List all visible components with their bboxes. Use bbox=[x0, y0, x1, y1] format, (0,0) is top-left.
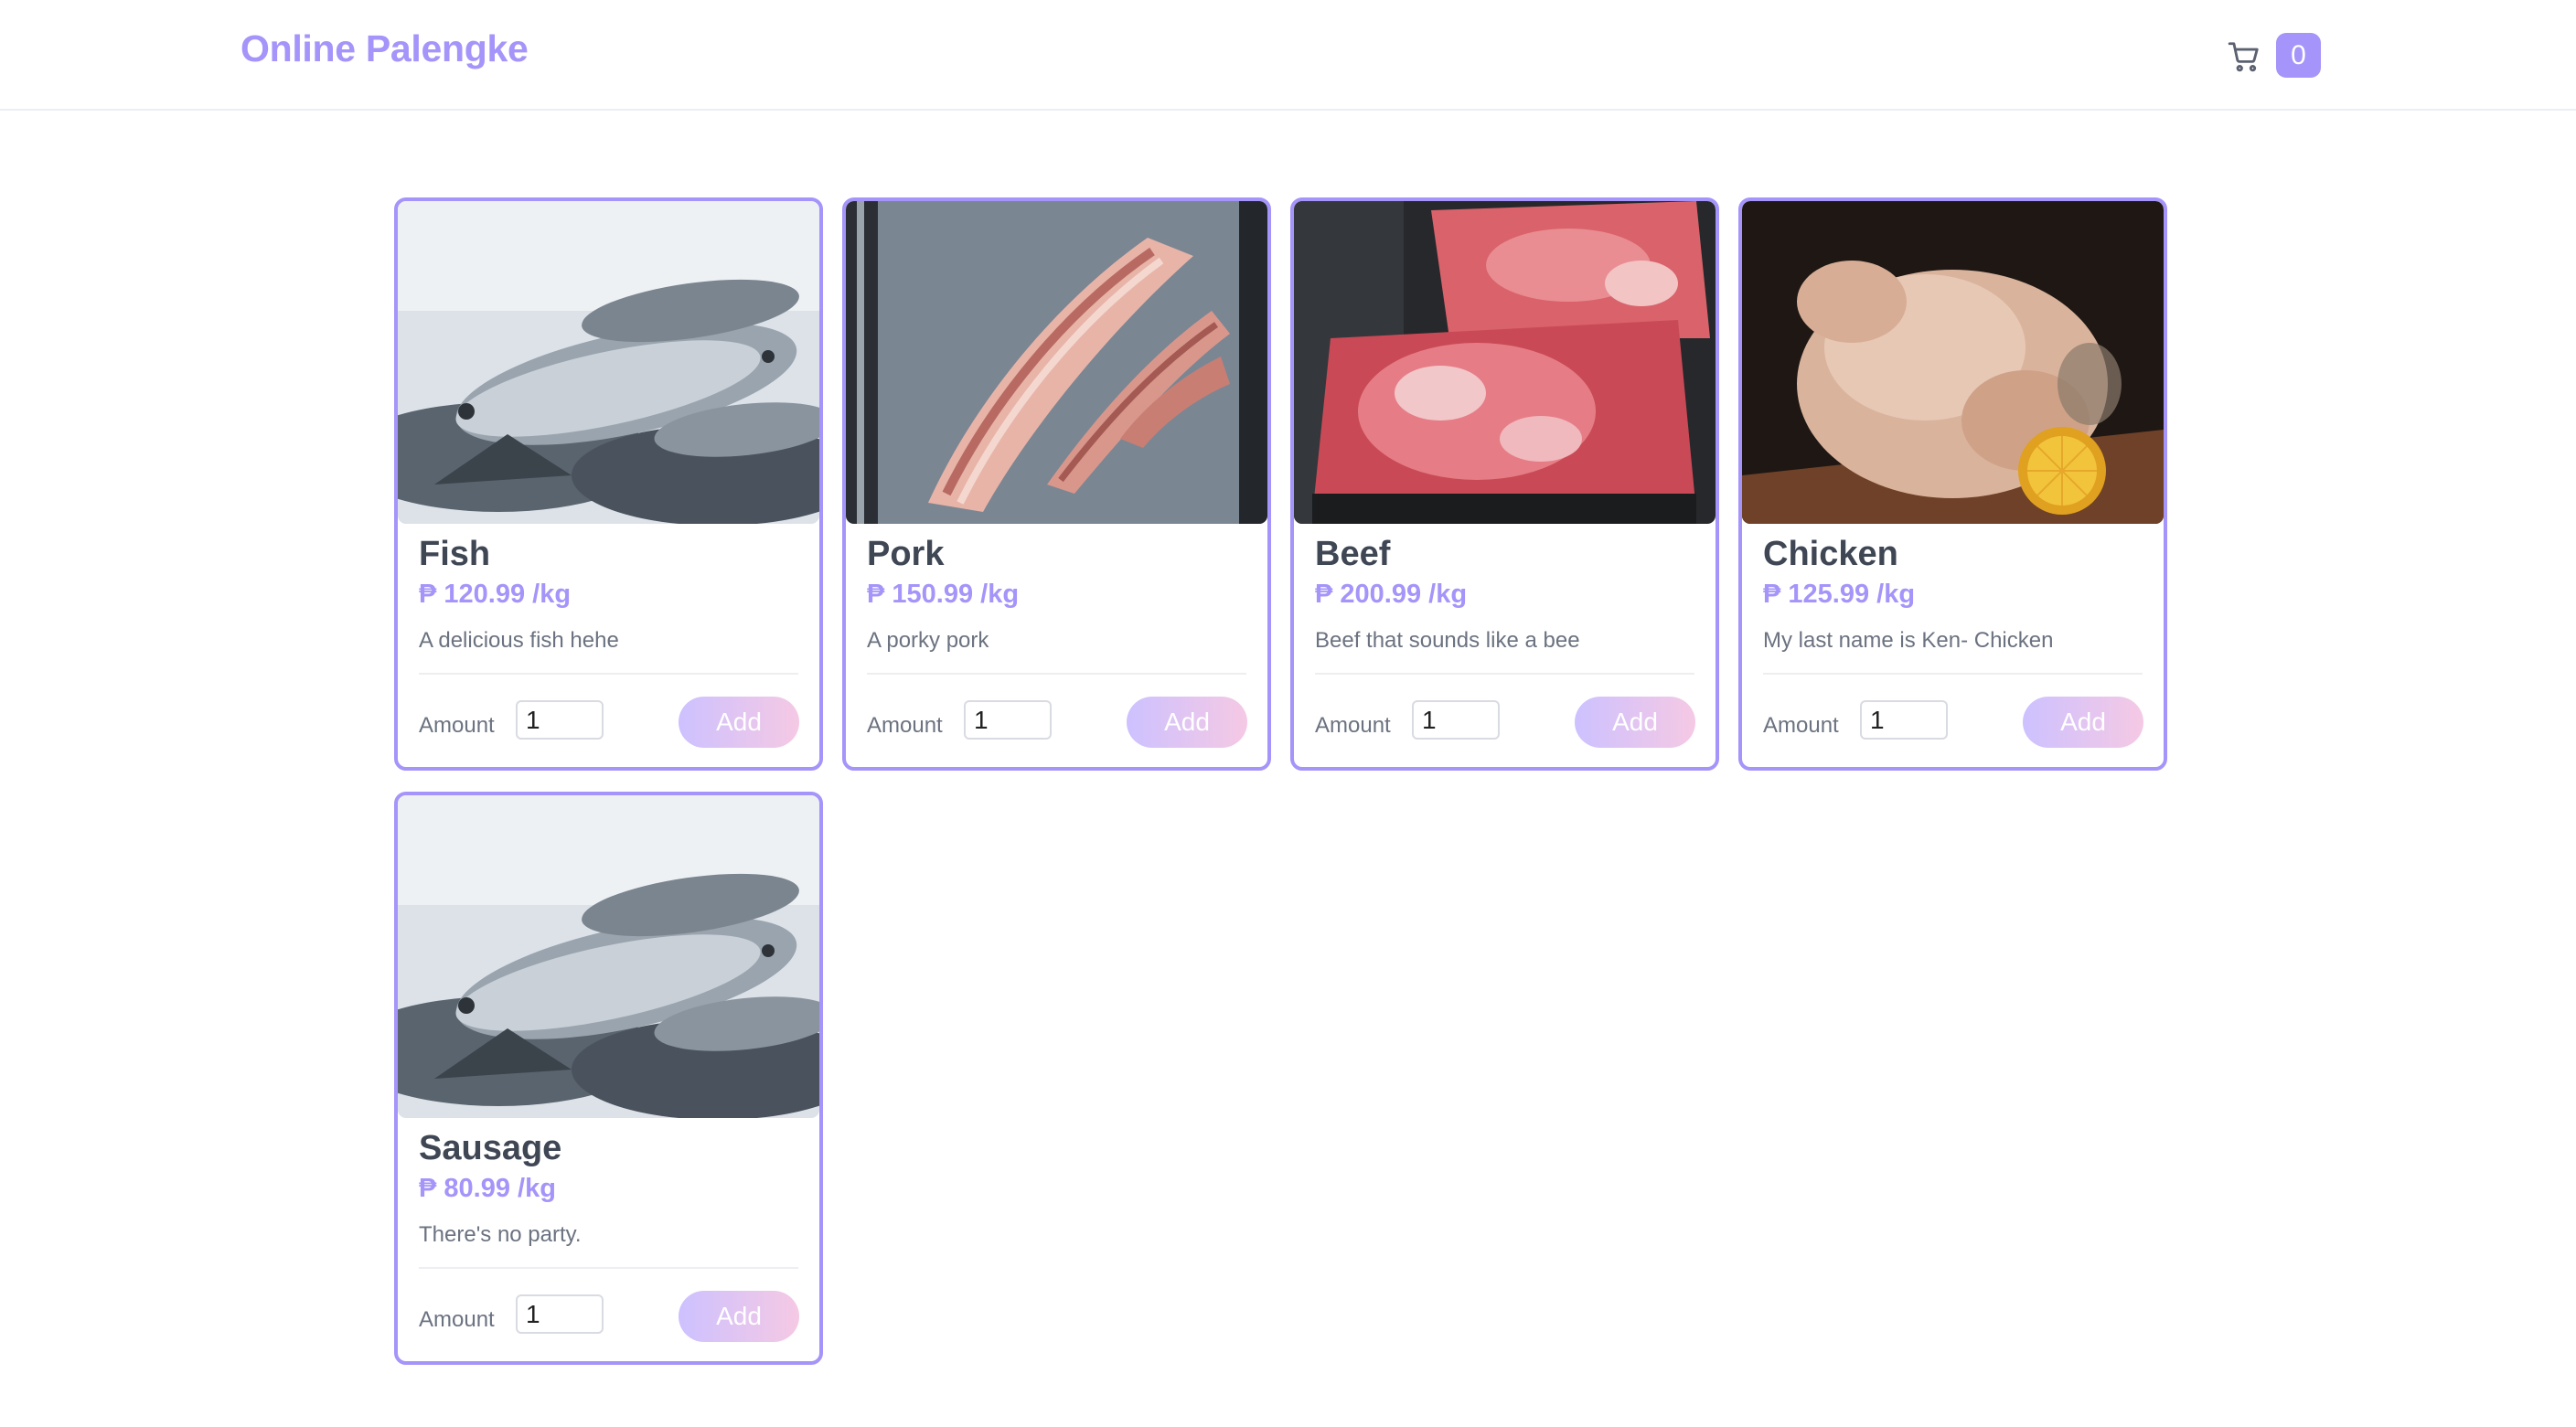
product-name: Sausage bbox=[419, 1129, 562, 1167]
amount-input[interactable] bbox=[1860, 700, 1948, 740]
divider bbox=[419, 673, 798, 675]
product-name: Pork bbox=[867, 535, 945, 573]
top-navbar: Online Palengke 0 bbox=[0, 0, 2576, 111]
product-description: My last name is Ken- Chicken bbox=[1763, 628, 2054, 653]
shopping-cart-icon[interactable] bbox=[2226, 39, 2262, 74]
product-image-pork bbox=[846, 201, 1267, 524]
divider bbox=[1315, 673, 1694, 675]
divider bbox=[1763, 673, 2143, 675]
divider bbox=[419, 1267, 798, 1269]
product-name: Fish bbox=[419, 535, 491, 573]
product-card-chicken: Chicken ₱ 125.99 /kg My last name is Ken… bbox=[1738, 197, 2167, 771]
product-description: There's no party. bbox=[419, 1222, 582, 1247]
add-to-cart-button[interactable]: Add bbox=[679, 1291, 799, 1342]
amount-label: Amount bbox=[419, 713, 495, 738]
product-card-fish: Fish ₱ 120.99 /kg A delicious fish hehe … bbox=[394, 197, 823, 771]
product-card-beef: Beef ₱ 200.99 /kg Beef that sounds like … bbox=[1290, 197, 1719, 771]
add-to-cart-button[interactable]: Add bbox=[2023, 697, 2143, 748]
amount-label: Amount bbox=[1763, 713, 1839, 738]
product-price: ₱ 150.99 /kg bbox=[867, 580, 1020, 609]
product-image-chicken bbox=[1742, 201, 2164, 524]
product-image-fish bbox=[398, 201, 819, 524]
product-price: ₱ 125.99 /kg bbox=[1763, 580, 1916, 609]
add-to-cart-button[interactable]: Add bbox=[679, 697, 799, 748]
product-price: ₱ 200.99 /kg bbox=[1315, 580, 1468, 609]
product-card-pork: Pork ₱ 150.99 /kg A porky pork Amount Ad… bbox=[842, 197, 1271, 771]
product-name: Beef bbox=[1315, 535, 1391, 573]
amount-input[interactable] bbox=[516, 700, 604, 740]
brand-logo[interactable]: Online Palengke bbox=[240, 27, 529, 70]
product-image-sausage bbox=[398, 795, 819, 1118]
product-description: Beef that sounds like a bee bbox=[1315, 628, 1580, 653]
amount-label: Amount bbox=[419, 1307, 495, 1332]
product-price: ₱ 120.99 /kg bbox=[419, 580, 572, 609]
amount-label: Amount bbox=[867, 713, 943, 738]
divider bbox=[867, 673, 1246, 675]
amount-input[interactable] bbox=[964, 700, 1052, 740]
product-price: ₱ 80.99 /kg bbox=[419, 1174, 556, 1203]
amount-label: Amount bbox=[1315, 713, 1391, 738]
product-description: A delicious fish hehe bbox=[419, 628, 619, 653]
add-to-cart-button[interactable]: Add bbox=[1575, 697, 1695, 748]
product-name: Chicken bbox=[1763, 535, 1898, 573]
product-card-sausage: Sausage ₱ 80.99 /kg There's no party. Am… bbox=[394, 792, 823, 1365]
add-to-cart-button[interactable]: Add bbox=[1127, 697, 1247, 748]
product-image-beef bbox=[1294, 201, 1716, 524]
amount-input[interactable] bbox=[516, 1294, 604, 1334]
product-description: A porky pork bbox=[867, 628, 989, 653]
amount-input[interactable] bbox=[1412, 700, 1500, 740]
cart-count-badge[interactable]: 0 bbox=[2276, 33, 2321, 78]
